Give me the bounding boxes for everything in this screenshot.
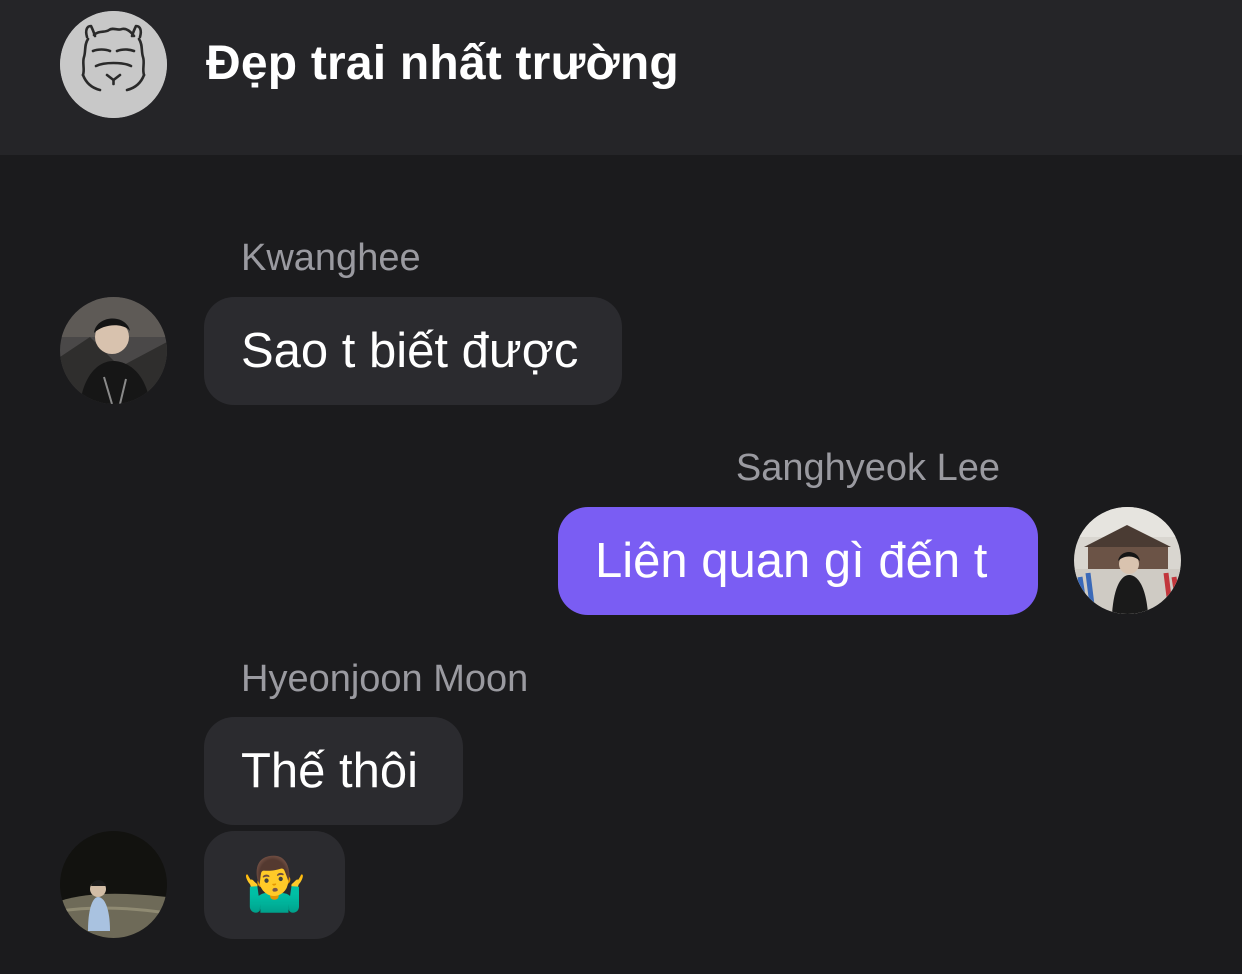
message-text: Liên quan gì đến t bbox=[595, 534, 988, 588]
message-bubble[interactable]: Liên quan gì đến t bbox=[558, 507, 1038, 615]
group-avatar[interactable] bbox=[60, 11, 167, 118]
chat-title: Đẹp trai nhất trường bbox=[206, 37, 679, 90]
avatar[interactable] bbox=[60, 831, 167, 938]
emoji-bubble[interactable]: 🤷‍♂️ bbox=[204, 831, 345, 939]
message-bubble[interactable]: Sao t biết được bbox=[204, 297, 622, 405]
message-text: Sao t biết được bbox=[241, 324, 579, 378]
avatar[interactable] bbox=[60, 297, 167, 404]
message-text: Thế thôi bbox=[241, 744, 419, 798]
alpaca-icon bbox=[60, 11, 167, 118]
chat-window: Đẹp trai nhất trường Kwanghee Sao t biết… bbox=[0, 0, 1242, 974]
avatar[interactable] bbox=[1074, 507, 1181, 614]
sender-name: Hyeonjoon Moon bbox=[241, 658, 529, 700]
chat-header: Đẹp trai nhất trường bbox=[0, 0, 1242, 155]
sender-name: Kwanghee bbox=[241, 237, 421, 279]
shrug-emoji: 🤷‍♂️ bbox=[242, 856, 307, 914]
sender-name: Sanghyeok Lee bbox=[735, 447, 1000, 489]
message-bubble[interactable]: Thế thôi bbox=[204, 717, 463, 825]
